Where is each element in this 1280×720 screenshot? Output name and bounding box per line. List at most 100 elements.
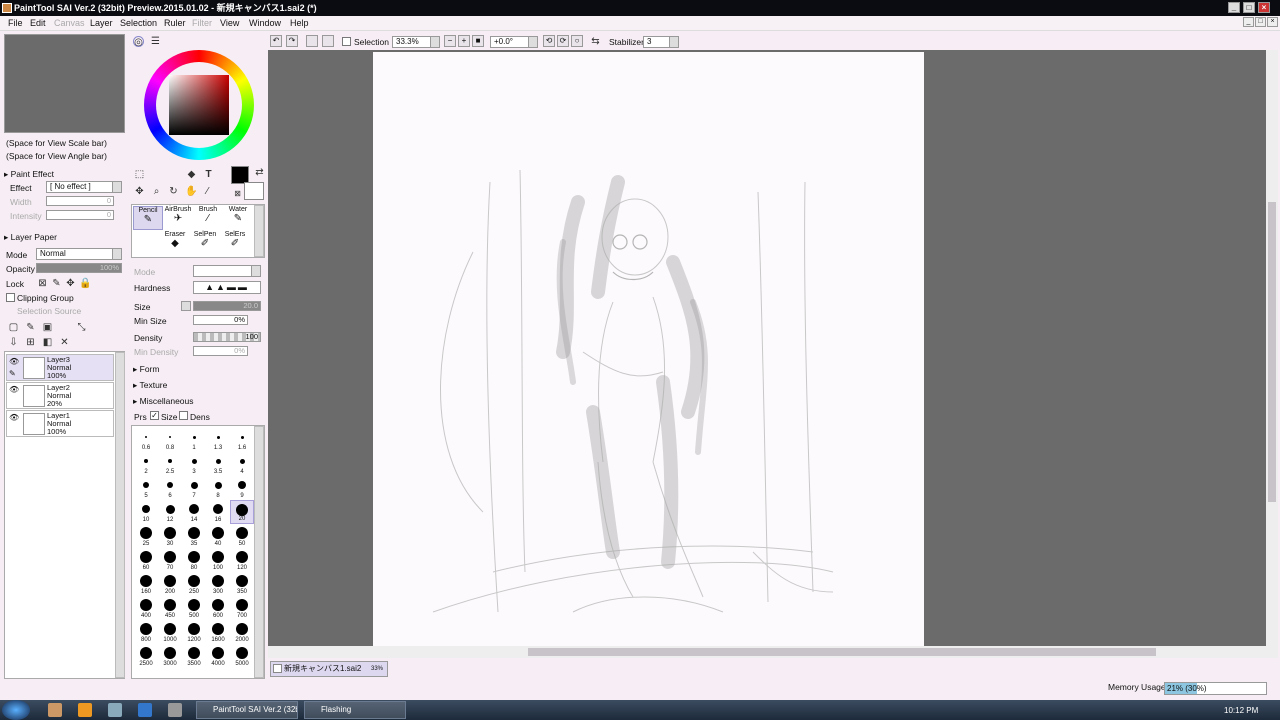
zoom-out-button[interactable]: −: [444, 35, 456, 47]
rotate-left-button[interactable]: ⟲: [543, 35, 555, 47]
brush-size-160[interactable]: 160: [134, 572, 158, 596]
layer-paper-header[interactable]: ▸ Layer Paper: [4, 232, 57, 243]
brush-size-3000[interactable]: 3000: [158, 644, 182, 668]
menu-edit[interactable]: Edit: [30, 18, 46, 28]
brush-eraser[interactable]: Eraser ◆: [160, 231, 190, 255]
brush-size-1.3[interactable]: 1.3: [206, 428, 230, 452]
undo-button[interactable]: ↶: [270, 35, 282, 47]
stabilizer-select[interactable]: 3: [643, 36, 679, 48]
brush-size-1000[interactable]: 1000: [158, 620, 182, 644]
rotate-tool-icon[interactable]: ↻: [168, 186, 179, 197]
brush-water[interactable]: Water ✎: [223, 206, 253, 230]
brush-size-35[interactable]: 35: [182, 524, 206, 548]
horizontal-scroll-thumb[interactable]: [528, 648, 1156, 656]
transfer-down-icon[interactable]: ⇩: [8, 337, 19, 348]
secondary-color-swatch[interactable]: [244, 182, 264, 200]
menu-help[interactable]: Help: [290, 18, 309, 28]
drawing-canvas[interactable]: [373, 52, 924, 646]
brush-size-2.5[interactable]: 2.5: [158, 452, 182, 476]
brush-size-16[interactable]: 16: [206, 500, 230, 524]
mdi-close-button[interactable]: ×: [1267, 17, 1278, 27]
brush-size-700[interactable]: 700: [230, 596, 254, 620]
opacity-slider[interactable]: 100%: [36, 263, 122, 273]
visibility-eye-icon[interactable]: 👁: [9, 357, 19, 366]
paint-effect-header[interactable]: ▸ Paint Effect: [4, 169, 54, 180]
explorer-icon[interactable]: [48, 703, 62, 717]
move-tool-icon[interactable]: ✥: [134, 186, 145, 197]
transparent-color-icon[interactable]: ⊠: [232, 188, 243, 199]
brush-size-500[interactable]: 500: [182, 596, 206, 620]
brush-size-120[interactable]: 120: [230, 548, 254, 572]
brush-size-1.6[interactable]: 1.6: [230, 428, 254, 452]
brush-size-25[interactable]: 25: [134, 524, 158, 548]
folder-icon[interactable]: [108, 703, 122, 717]
brush-size-70[interactable]: 70: [158, 548, 182, 572]
brush-airbrush[interactable]: AirBrush ✈: [163, 206, 193, 230]
saturation-value-square[interactable]: [169, 75, 229, 135]
brush-selers[interactable]: SelErs ✐: [220, 231, 250, 255]
canvas-tab[interactable]: 新規キャンバス1.sai2 33%: [270, 661, 388, 677]
merge-down-icon[interactable]: ⊞: [25, 337, 36, 348]
pressure-density-checkbox[interactable]: [179, 411, 188, 420]
invert-selection-button[interactable]: [322, 35, 334, 47]
swap-colors-icon[interactable]: ⇄: [254, 167, 265, 178]
media-icon[interactable]: [78, 703, 92, 717]
brush-size-350[interactable]: 350: [230, 572, 254, 596]
menu-file[interactable]: File: [8, 18, 23, 28]
size-multiplier-select[interactable]: [181, 301, 191, 311]
brush-size-30[interactable]: 30: [158, 524, 182, 548]
brush-size-0.8[interactable]: 0.8: [158, 428, 182, 452]
browser-icon[interactable]: [138, 703, 152, 717]
zoom-reset-button[interactable]: ■: [472, 35, 484, 47]
zoom-select[interactable]: 33.3%: [392, 36, 440, 48]
visibility-eye-icon[interactable]: 👁: [9, 385, 19, 394]
new-layer-icon[interactable]: ▢: [8, 322, 19, 333]
lock-transparency-icon[interactable]: ⊠: [37, 278, 48, 289]
brush-size-4[interactable]: 4: [230, 452, 254, 476]
brush-size-450[interactable]: 450: [158, 596, 182, 620]
brush-size-7[interactable]: 7: [182, 476, 206, 500]
brush-size-800[interactable]: 800: [134, 620, 158, 644]
zoom-in-button[interactable]: +: [458, 35, 470, 47]
rotate-reset-button[interactable]: ○: [571, 35, 583, 47]
menu-window[interactable]: Window: [249, 18, 281, 28]
blend-mode-select[interactable]: Normal: [36, 248, 122, 260]
brush-size-20[interactable]: 20: [230, 500, 254, 524]
brush-size-14[interactable]: 14: [182, 500, 206, 524]
brush-size-5[interactable]: 5: [134, 476, 158, 500]
taskbar-task-sai[interactable]: PaintTool SAI Ver.2 (32bit)...: [196, 701, 298, 719]
form-section[interactable]: ▸ Form: [133, 364, 159, 375]
brush-size-1200[interactable]: 1200: [182, 620, 206, 644]
brush-mode-select[interactable]: [193, 265, 261, 277]
brush-size-2[interactable]: 2: [134, 452, 158, 476]
app-icon[interactable]: [168, 703, 182, 717]
redo-button[interactable]: ↷: [286, 35, 298, 47]
clear-layer-icon[interactable]: ◧: [42, 337, 53, 348]
brush-size-4000[interactable]: 4000: [206, 644, 230, 668]
brush-size-300[interactable]: 300: [206, 572, 230, 596]
color-wheel[interactable]: [144, 50, 254, 160]
lock-paint-icon[interactable]: ✎: [51, 278, 62, 289]
brush-size-2000[interactable]: 2000: [230, 620, 254, 644]
brush-size-80[interactable]: 80: [182, 548, 206, 572]
brush-size-5000[interactable]: 5000: [230, 644, 254, 668]
brush-size-60[interactable]: 60: [134, 548, 158, 572]
deselect-button[interactable]: [306, 35, 318, 47]
menu-view[interactable]: View: [220, 18, 239, 28]
size-slider[interactable]: 20.0: [193, 301, 261, 311]
new-linework-layer-icon[interactable]: ✎: [25, 322, 36, 333]
brush-size-12[interactable]: 12: [158, 500, 182, 524]
minimize-button[interactable]: _: [1228, 2, 1240, 13]
brush-selpen[interactable]: SelPen ✐: [190, 231, 220, 255]
intensity-slider[interactable]: 0: [46, 210, 114, 220]
text-tool-icon[interactable]: T: [203, 169, 214, 180]
layer-row[interactable]: 👁 Layer2 Normal 20%: [6, 382, 114, 409]
brush-size-1600[interactable]: 1600: [206, 620, 230, 644]
color-wheel-tab-icon[interactable]: ◎: [133, 36, 144, 48]
rect-select-icon[interactable]: ⬚: [134, 169, 145, 180]
brush-pencil[interactable]: Pencil ✎: [133, 206, 163, 230]
flip-icon[interactable]: ⇆: [590, 36, 601, 47]
brush-size-3500[interactable]: 3500: [182, 644, 206, 668]
brush-size-3.5[interactable]: 3.5: [206, 452, 230, 476]
lock-move-icon[interactable]: ✥: [65, 278, 76, 289]
